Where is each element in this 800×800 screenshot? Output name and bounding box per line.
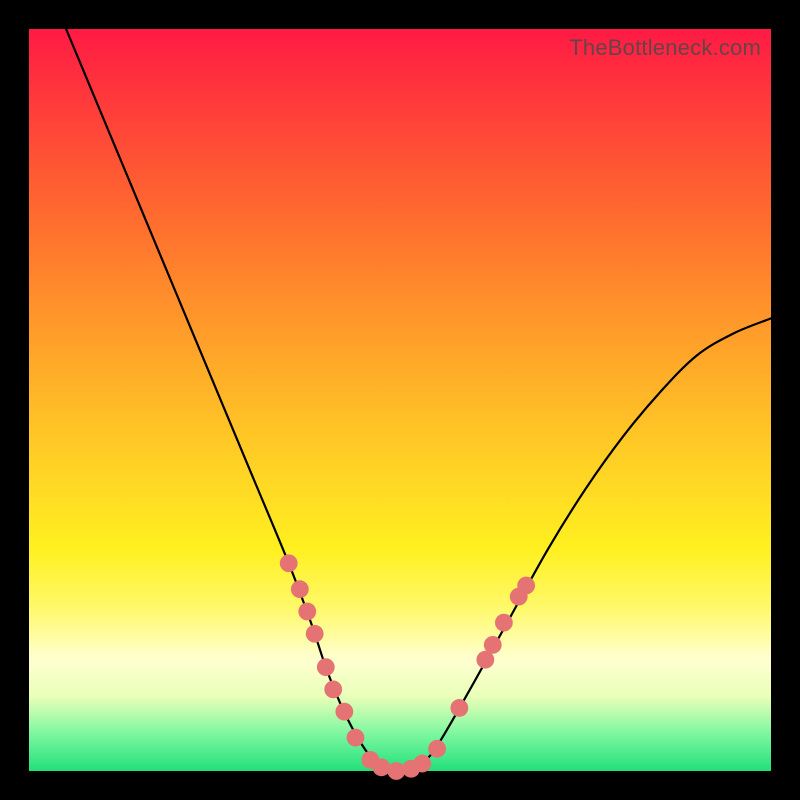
scatter-point xyxy=(324,680,342,698)
scatter-point xyxy=(347,729,365,747)
scatter-point xyxy=(298,603,316,621)
plot-area: TheBottleneck.com xyxy=(29,29,771,771)
scatter-point xyxy=(306,625,324,643)
scatter-point xyxy=(413,755,431,773)
scatter-point xyxy=(450,699,468,717)
scatter-point xyxy=(495,614,513,632)
scatter-point xyxy=(317,658,335,676)
scatter-point xyxy=(428,740,446,758)
scatter-point xyxy=(335,703,353,721)
scatter-point xyxy=(291,580,309,598)
bottleneck-curve xyxy=(66,29,771,771)
scatter-point xyxy=(517,577,535,595)
scatter-point xyxy=(373,758,391,776)
chart-frame: TheBottleneck.com xyxy=(0,0,800,800)
scatter-markers xyxy=(280,554,535,780)
scatter-point xyxy=(280,554,298,572)
chart-svg xyxy=(29,29,771,771)
scatter-point xyxy=(484,636,502,654)
